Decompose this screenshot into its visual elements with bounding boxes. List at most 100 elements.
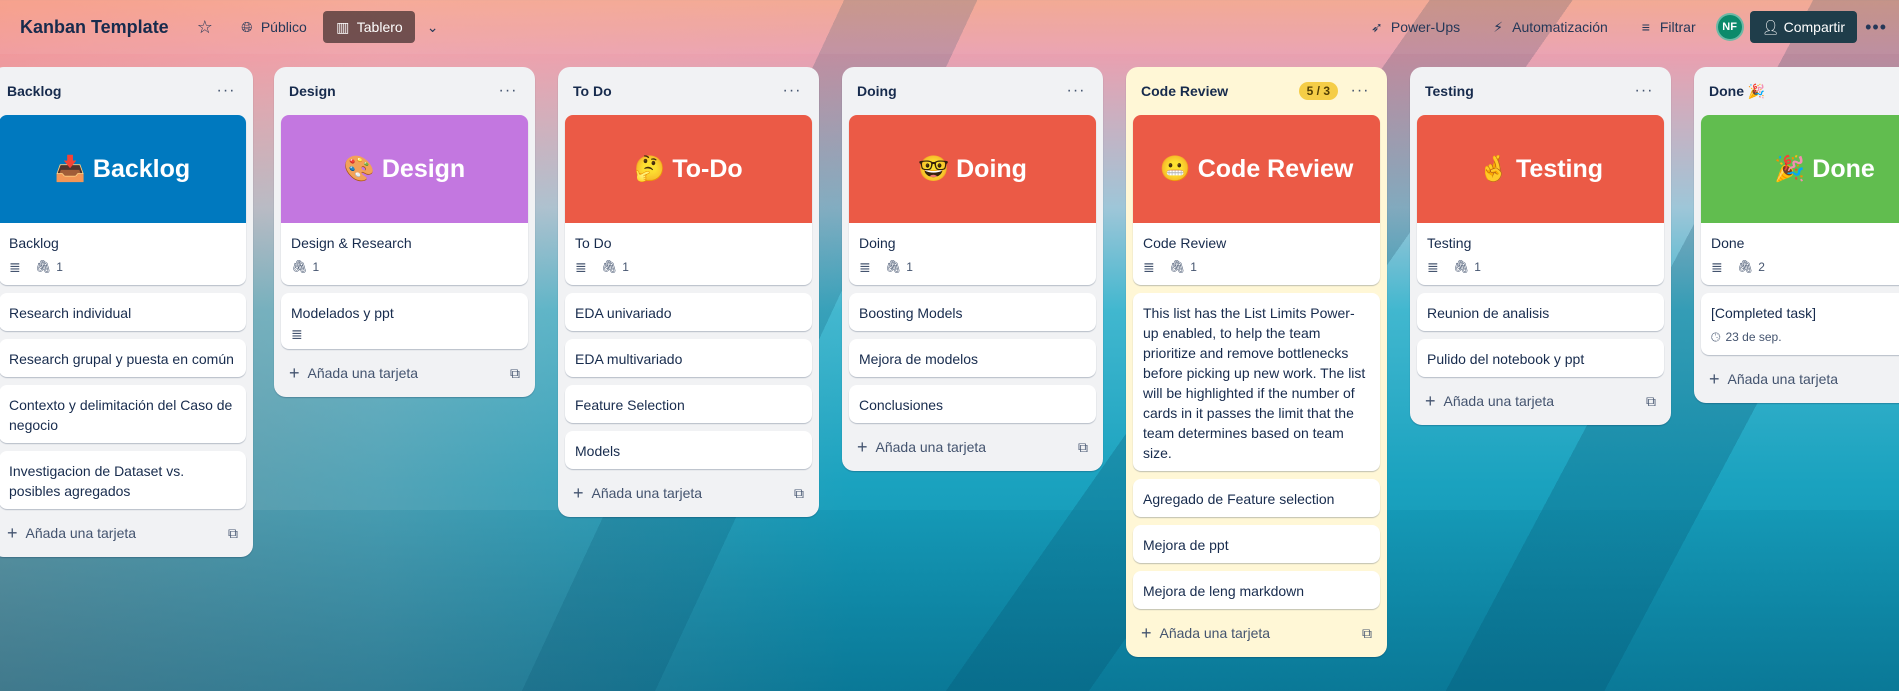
list-header[interactable]: Backlog ···: [0, 67, 246, 115]
add-card-button[interactable]: + Añada una tarjeta ⧉: [1701, 363, 1899, 395]
template-icon[interactable]: ⧉: [510, 365, 520, 382]
list-item[interactable]: Pulido del notebook y ppt: [1417, 339, 1664, 377]
attachment-badge: 🖇︎ 1: [601, 257, 629, 277]
add-card-button[interactable]: + Añada una tarjeta ⧉: [281, 357, 528, 389]
attachment-badge: 🖇︎ 1: [1453, 257, 1481, 277]
list-limit-badge: 5 / 3: [1298, 82, 1338, 100]
chevron-down-icon[interactable]: ⌄: [419, 11, 447, 43]
list-title[interactable]: Code Review: [1141, 83, 1299, 99]
list-header[interactable]: Done 🎉 ···: [1701, 67, 1899, 115]
list-header[interactable]: Code Review 5 / 3 ···: [1133, 67, 1380, 115]
list-item[interactable]: Modelados y ppt ≣: [281, 293, 528, 349]
card-cover: 🎨 Design: [281, 115, 528, 223]
card-title: Research grupal y puesta en común: [9, 351, 234, 367]
avatar[interactable]: NF: [1715, 13, 1744, 41]
card-title: Feature Selection: [575, 397, 685, 413]
card-title: Backlog: [9, 235, 59, 251]
visibility-button[interactable]: 🌐︎ Público: [231, 11, 315, 43]
card-title: Conclusiones: [859, 397, 944, 413]
list-item[interactable]: Reunion de analisis: [1417, 293, 1664, 331]
list-item[interactable]: Research individual: [0, 293, 246, 331]
template-icon[interactable]: ⧉: [1078, 439, 1088, 456]
more-icon[interactable]: ···: [494, 82, 522, 100]
list-item[interactable]: Mejora de modelos: [849, 339, 1096, 377]
add-card-button[interactable]: + Añada una tarjeta ⧉: [0, 517, 246, 549]
attachment-badge: 🖇︎ 1: [1169, 257, 1197, 277]
list-item[interactable]: Conclusiones: [849, 385, 1096, 423]
powerups-button[interactable]: ➶ Power-Ups: [1361, 11, 1468, 43]
cover-card[interactable]: 📥 Backlog Backlog ≣ 🖇︎ 1: [0, 115, 246, 285]
paperclip-icon: 🖇︎: [1736, 259, 1754, 274]
description-icon: ≣: [859, 259, 871, 275]
filter-button[interactable]: ≡ Filtrar: [1630, 11, 1704, 43]
cover-card[interactable]: 🎉 Done Done ≣ 🖇︎ 2: [1701, 115, 1899, 285]
list-item[interactable]: Investigacion de Dataset vs. posibles ag…: [0, 451, 246, 509]
share-button[interactable]: 👤︎ Compartir: [1749, 11, 1858, 43]
list-title[interactable]: Testing: [1425, 83, 1630, 99]
board-title[interactable]: Kanban Template: [20, 17, 169, 38]
attachment-badge: 🖇︎ 1: [885, 257, 913, 277]
cover-card[interactable]: 😬 Code Review Code Review ≣ 🖇︎ 1: [1133, 115, 1380, 285]
add-card-button[interactable]: + Añada una tarjeta ⧉: [1133, 617, 1380, 649]
list-item[interactable]: EDA univariado: [565, 293, 812, 331]
cover-card[interactable]: 🤔 To-Do To Do ≣ 🖇︎ 1: [565, 115, 812, 285]
paperclip-icon: 🖇︎: [884, 259, 902, 274]
plus-icon: +: [1709, 368, 1720, 389]
list-header[interactable]: Testing ···: [1417, 67, 1664, 115]
add-card-label: Añada una tarjeta: [307, 365, 419, 381]
more-icon[interactable]: ···: [1062, 82, 1090, 100]
add-card-label: Añada una tarjeta: [1159, 625, 1271, 641]
list-item[interactable]: Models: [565, 431, 812, 469]
more-icon[interactable]: •••: [1865, 17, 1887, 38]
list-item[interactable]: [Completed task] 🕓︎ 23 de sep.: [1701, 293, 1899, 355]
list-header[interactable]: To Do ···: [565, 67, 812, 115]
card-cover: 🤞 Testing: [1417, 115, 1664, 223]
card-title: Pulido del notebook y ppt: [1427, 351, 1585, 367]
list-item[interactable]: Agregado de Feature selection: [1133, 479, 1380, 517]
more-icon[interactable]: ···: [1630, 82, 1658, 100]
list-title[interactable]: Design: [289, 83, 494, 99]
list-item[interactable]: Feature Selection: [565, 385, 812, 423]
card-title: Done: [1711, 235, 1745, 251]
list-title[interactable]: Done 🎉: [1709, 83, 1899, 100]
more-icon[interactable]: ···: [778, 82, 806, 100]
paperclip-icon: 🖇︎: [1452, 259, 1470, 274]
add-card-button[interactable]: + Añada una tarjeta ⧉: [1417, 385, 1664, 417]
filter-label: Filtrar: [1659, 19, 1696, 35]
plus-icon: +: [573, 482, 584, 503]
list-item[interactable]: Research grupal y puesta en común: [0, 339, 246, 377]
due-date-badge: 🕓︎ 23 de sep.: [1711, 327, 1899, 347]
list-item[interactable]: Boosting Models: [849, 293, 1096, 331]
attachment-count: 1: [1474, 260, 1481, 274]
cover-card[interactable]: 🤓 Doing Doing ≣ 🖇︎ 1: [849, 115, 1096, 285]
due-date-label: 23 de sep.: [1725, 330, 1782, 344]
add-card-button[interactable]: + Añada una tarjeta ⧉: [849, 431, 1096, 463]
more-icon[interactable]: ···: [212, 82, 240, 100]
list-item[interactable]: This list has the List Limits Power-up e…: [1133, 293, 1380, 471]
list-title[interactable]: Doing: [857, 83, 1062, 99]
cover-card[interactable]: 🤞 Testing Testing ≣ 🖇︎ 1: [1417, 115, 1664, 285]
template-icon[interactable]: ⧉: [228, 525, 238, 542]
add-card-button[interactable]: + Añada una tarjeta ⧉: [565, 477, 812, 509]
list-item[interactable]: Mejora de ppt: [1133, 525, 1380, 563]
view-switcher-button[interactable]: ▥ Tablero: [322, 11, 415, 43]
template-icon[interactable]: ⧉: [1362, 625, 1372, 642]
description-icon: ≣: [291, 326, 303, 342]
more-icon[interactable]: ···: [1346, 82, 1374, 100]
list-title[interactable]: Backlog: [7, 83, 212, 99]
list-header[interactable]: Design ···: [281, 67, 528, 115]
list-item[interactable]: EDA multivariado: [565, 339, 812, 377]
automation-button[interactable]: ⚡︎ Automatización: [1482, 11, 1616, 43]
list-header[interactable]: Doing ···: [849, 67, 1096, 115]
list-item[interactable]: Contexto y delimitación del Caso de nego…: [0, 385, 246, 443]
template-icon[interactable]: ⧉: [794, 485, 804, 502]
cover-card[interactable]: 🎨 Design Design & Research 🖇︎ 1: [281, 115, 528, 285]
list-backlog: Backlog ··· 📥 Backlog Backlog ≣ 🖇︎ 1 Rese…: [0, 67, 253, 557]
list-title[interactable]: To Do: [573, 83, 778, 99]
star-icon[interactable]: ☆: [189, 11, 221, 43]
card-title: Code Review: [1143, 235, 1227, 251]
card-title: Agregado de Feature selection: [1143, 491, 1335, 507]
description-icon: ≣: [575, 259, 587, 275]
list-item[interactable]: Mejora de leng markdown: [1133, 571, 1380, 609]
template-icon[interactable]: ⧉: [1646, 393, 1656, 410]
